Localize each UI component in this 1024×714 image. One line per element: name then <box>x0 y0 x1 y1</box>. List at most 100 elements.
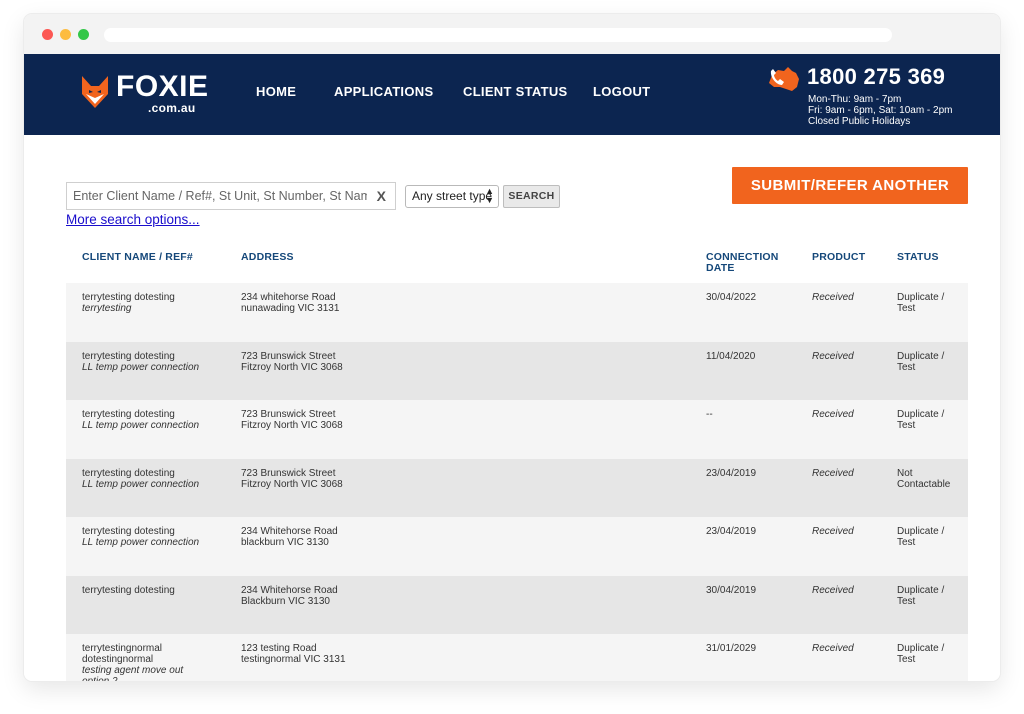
client-ref: LL temp power connection <box>82 361 200 373</box>
hours-fri-sat: Fri: 9am - 6pm, Sat: 10am - 2pm <box>808 105 953 116</box>
address-line1: 123 testing Road <box>241 643 317 654</box>
header-address[interactable]: ADDRESS <box>241 252 294 263</box>
status-cell: Duplicate / Test <box>897 292 967 314</box>
connection-date-cell: 30/04/2019 <box>706 584 757 596</box>
site-header: FOXIE .com.au HOME APPLICATIONS CLIENT S… <box>24 54 1000 135</box>
address-line1: 723 Brunswick Street <box>241 350 336 362</box>
submit-refer-another-button[interactable]: SUBMIT/REFER ANOTHER <box>732 167 968 204</box>
street-type-select[interactable]: Any street type ▲ ▼ <box>405 185 499 208</box>
client-search-input[interactable] <box>67 183 367 209</box>
client-ref-cont: option 2 <box>82 676 232 681</box>
logo-domain: .com.au <box>148 101 196 115</box>
client-name-cell[interactable]: terrytesting dotesting LL temp power conn… <box>82 351 232 373</box>
phone-number[interactable]: 1800 275 369 <box>807 64 945 90</box>
status-line2: Test <box>897 361 916 373</box>
hours-weekday: Mon-Thu: 9am - 7pm <box>808 94 902 105</box>
address-bar[interactable] <box>104 28 892 42</box>
product-cell: Received <box>812 643 854 654</box>
minimize-window-icon[interactable] <box>60 29 71 40</box>
header-connection-date-line2: DATE <box>706 262 735 274</box>
maximize-window-icon[interactable] <box>78 29 89 40</box>
status-cell: Not Contactable <box>897 468 967 490</box>
status-line2: Test <box>897 537 916 548</box>
header-connection-date[interactable]: CONNECTION DATE <box>706 252 779 274</box>
connection-date-cell: 23/04/2019 <box>706 526 757 537</box>
client-name-cell[interactable]: terrytesting dotesting terrytesting <box>82 292 232 314</box>
address-line2: Blackburn VIC 3130 <box>241 595 330 607</box>
product-cell: Received <box>812 584 854 596</box>
client-ref: terrytesting <box>82 303 132 314</box>
status-line1: Duplicate / <box>897 643 945 654</box>
table-row[interactable]: terrytesting dotesting LL temp power conn… <box>66 517 968 576</box>
address-line2: testingnormal VIC 3131 <box>241 654 346 665</box>
australia-phone-icon <box>769 67 799 91</box>
product-cell: Received <box>812 292 854 303</box>
product-cell: Received <box>812 526 854 537</box>
table-row[interactable]: terrytesting dotesting LL temp power conn… <box>66 458 968 517</box>
address-cell: 234 Whitehorse Road Blackburn VIC 3130 <box>241 585 441 607</box>
client-table-body: terrytesting dotesting terrytesting 234 wh… <box>66 283 968 681</box>
client-name: terrytesting dotesting <box>82 350 175 362</box>
client-name-cell[interactable]: terrytestingnormal dotestingnormal testing… <box>82 643 232 681</box>
status-line1: Duplicate / <box>897 409 945 420</box>
table-row[interactable]: terrytestingnormal dotestingnormal testing… <box>66 634 968 681</box>
table-row[interactable]: terrytesting dotesting terrytesting 234 wh… <box>66 283 968 342</box>
select-arrows-icon: ▲ ▼ <box>485 186 494 205</box>
client-name: terrytesting dotesting <box>82 467 175 479</box>
client-name-cont: dotestingnormal <box>82 654 154 665</box>
address-line1: 234 Whitehorse Road <box>241 526 338 537</box>
address-line1: 723 Brunswick Street <box>241 409 336 420</box>
address-line2: Fitzroy North VIC 3068 <box>241 478 343 490</box>
address-cell: 723 Brunswick Street Fitzroy North VIC 30… <box>241 409 441 431</box>
connection-date-cell: 30/04/2022 <box>706 292 757 303</box>
logo-wordmark: FOXIE <box>116 70 209 103</box>
nav-client-status[interactable]: CLIENT STATUS <box>463 84 583 99</box>
close-window-icon[interactable] <box>42 29 53 40</box>
table-row[interactable]: terrytesting dotesting 234 Whitehorse Roa… <box>66 575 968 634</box>
client-name-cell[interactable]: terrytesting dotesting LL temp power conn… <box>82 468 232 490</box>
client-ref: testing agent move out <box>82 665 184 676</box>
more-search-options-link[interactable]: More search options... <box>66 212 200 227</box>
connection-date-cell: 23/04/2019 <box>706 467 757 479</box>
status-line2: Test <box>897 303 916 314</box>
client-name-cell[interactable]: terrytesting dotesting LL temp power conn… <box>82 409 232 431</box>
client-name: terrytesting dotesting <box>82 584 175 596</box>
client-search-box: X <box>66 182 396 210</box>
header-client-name[interactable]: CLIENT NAME / REF# <box>82 252 193 263</box>
table-row[interactable]: terrytesting dotesting LL temp power conn… <box>66 341 968 400</box>
nav-logout[interactable]: LOGOUT <box>593 84 673 99</box>
browser-window: FOXIE .com.au HOME APPLICATIONS CLIENT S… <box>24 14 1000 681</box>
connection-date-cell: 31/01/2029 <box>706 643 757 654</box>
status-line1: Not <box>897 467 913 479</box>
street-type-value: Any street type <box>412 189 493 203</box>
status-line2: Contactable <box>897 478 951 490</box>
client-name: terrytestingnormal <box>82 643 163 654</box>
status-cell: Duplicate / Test <box>897 351 967 373</box>
client-name: terrytesting dotesting <box>82 526 175 537</box>
status-line1: Duplicate / <box>897 292 945 303</box>
header-status[interactable]: STATUS <box>897 252 939 263</box>
client-name: terrytesting dotesting <box>82 292 175 303</box>
hours-holidays: Closed Public Holidays <box>808 116 911 127</box>
nav-home[interactable]: HOME <box>256 84 296 99</box>
address-cell: 234 Whitehorse Road blackburn VIC 3130 <box>241 526 441 548</box>
address-cell: 723 Brunswick Street Fitzroy North VIC 30… <box>241 351 441 373</box>
status-cell: Duplicate / Test <box>897 643 967 665</box>
address-cell: 234 whitehorse Road nunawading VIC 3131 <box>241 292 441 314</box>
address-line1: 234 whitehorse Road <box>241 292 336 303</box>
fox-logo-icon <box>82 76 108 108</box>
clear-search-icon[interactable]: X <box>377 188 386 204</box>
status-line1: Duplicate / <box>897 350 945 362</box>
table-row[interactable]: terrytesting dotesting LL temp power conn… <box>66 400 968 459</box>
product-cell: Received <box>812 350 854 362</box>
header-product[interactable]: PRODUCT <box>812 252 865 263</box>
client-name-cell[interactable]: terrytesting dotesting <box>82 585 232 596</box>
address-line2: Fitzroy North VIC 3068 <box>241 361 343 373</box>
main-content: X Any street type ▲▼ SEARCH More search … <box>24 135 1000 681</box>
connection-date-cell: 11/04/2020 <box>706 350 756 362</box>
client-name-cell[interactable]: terrytesting dotesting LL temp power conn… <box>82 526 232 548</box>
nav-applications[interactable]: APPLICATIONS <box>334 84 454 99</box>
address-line1: 723 Brunswick Street <box>241 467 336 479</box>
foxie-logo[interactable]: FOXIE .com.au <box>80 72 210 116</box>
search-button[interactable]: SEARCH <box>503 185 560 208</box>
